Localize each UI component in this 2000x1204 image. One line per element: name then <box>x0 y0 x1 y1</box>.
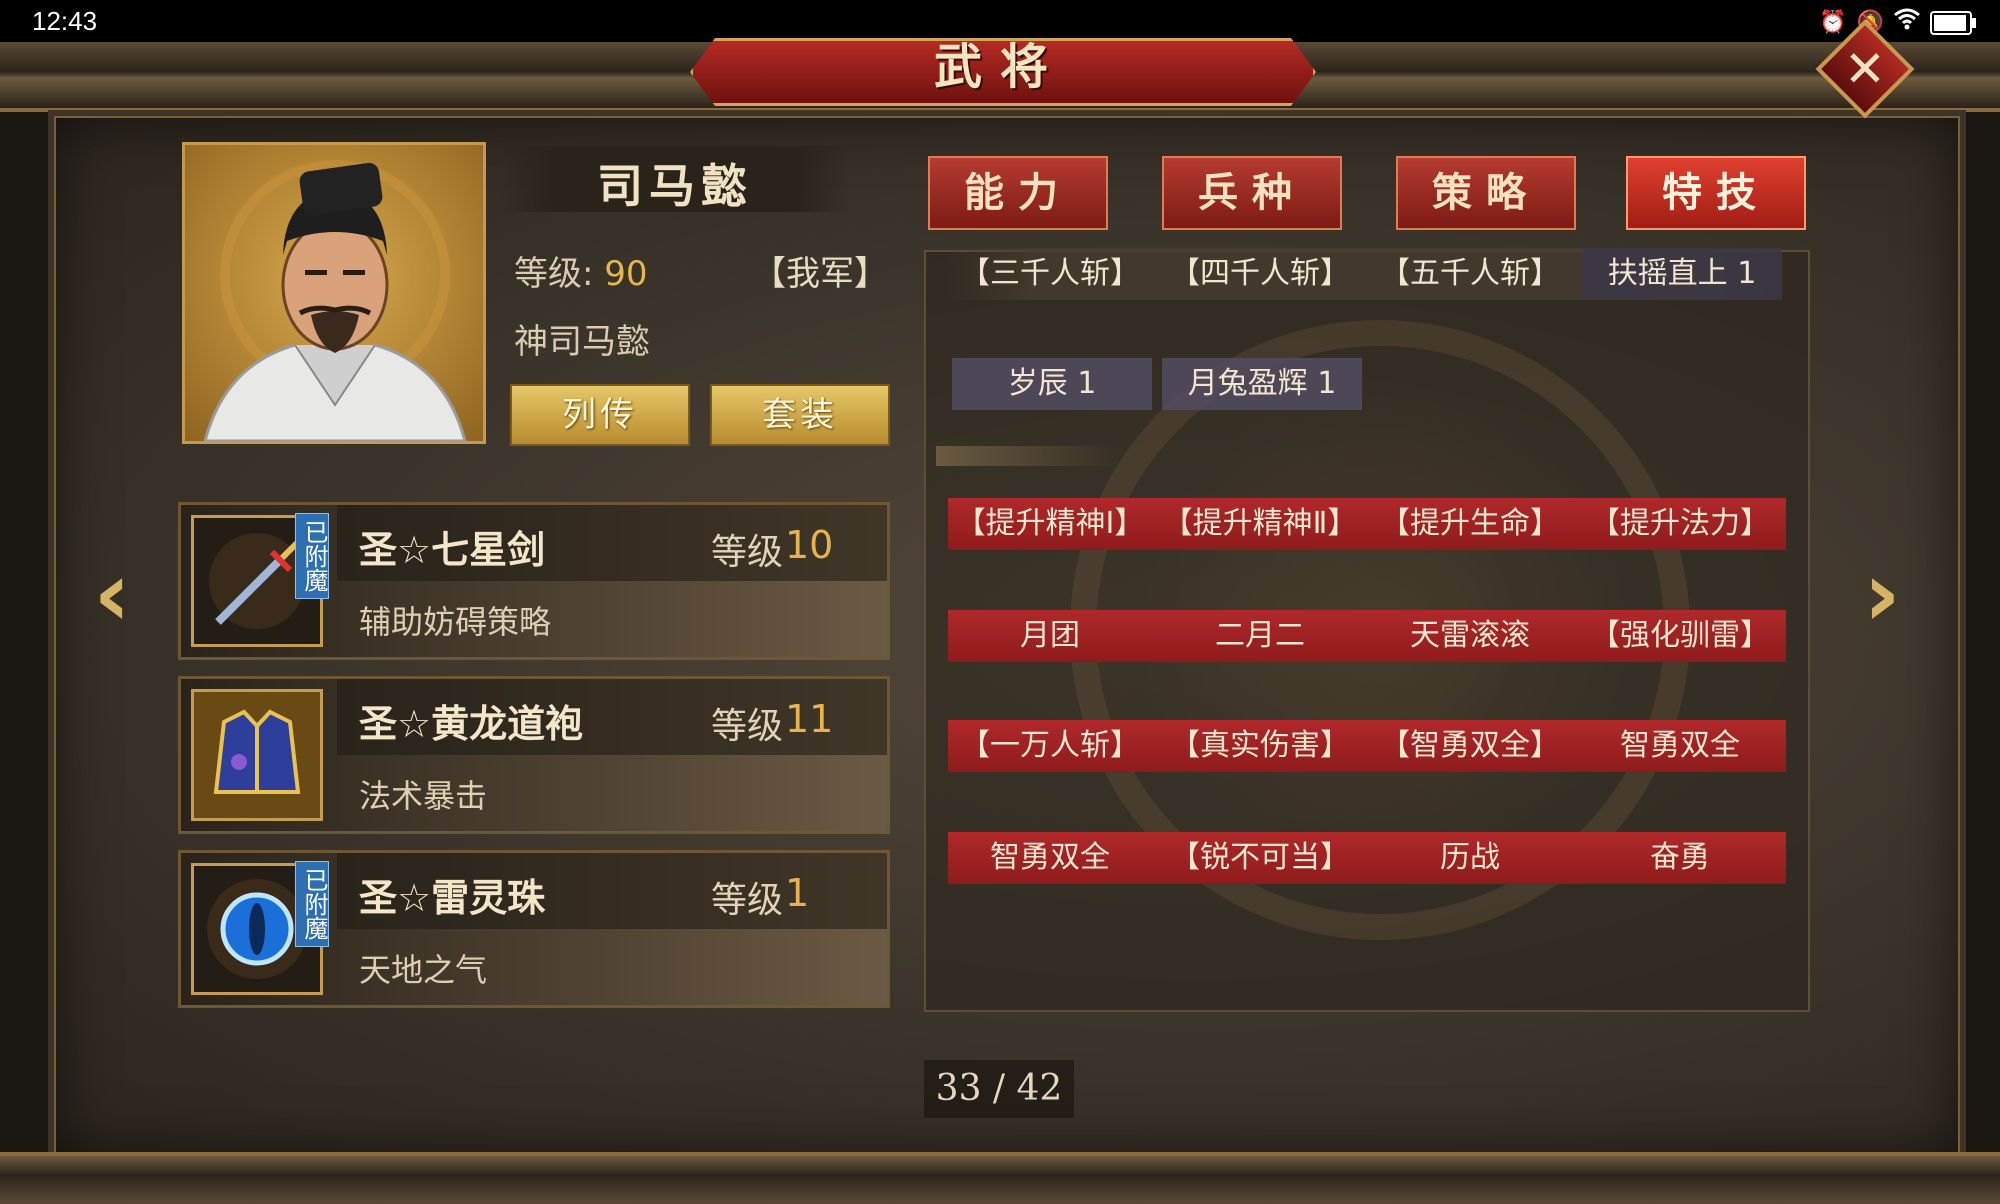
equipment-description: 辅助妨碍策略 <box>359 603 552 641</box>
hero-faction: 【我军】 <box>752 254 888 294</box>
skill-item[interactable]: 【提升精神Ⅱ】 <box>1160 498 1360 550</box>
page-counter: 33 / 42 <box>924 1060 1074 1118</box>
hero-level: 等级: 90 <box>514 246 648 295</box>
equipment-slot-weapon[interactable]: 已附魔 圣☆七星剑 等级 10 辅助妨碍策略 <box>178 502 890 660</box>
prev-hero-arrow-icon[interactable]: ‹ <box>82 550 142 640</box>
close-icon[interactable]: ✕ <box>1830 34 1900 104</box>
robe-icon <box>191 689 323 821</box>
level-value: 90 <box>604 254 648 294</box>
skill-item[interactable]: 月兔盈辉 1 <box>1162 358 1362 410</box>
equipment-level: 10 <box>785 523 834 567</box>
equipment-name: 圣☆黄龙道袍 <box>359 702 584 746</box>
battery-icon <box>1930 10 1976 35</box>
hero-portrait <box>182 142 486 444</box>
equipment-slot-accessory[interactable]: 已附魔 圣☆雷灵珠 等级 1 天地之气 <box>178 850 890 1008</box>
equipment-level-label: 等级 <box>710 880 783 921</box>
skill-item[interactable]: 【提升生命】 <box>1370 498 1570 550</box>
skill-item[interactable]: 【提升法力】 <box>1580 498 1780 550</box>
skill-item[interactable]: 扶摇直上 1 <box>1582 248 1782 300</box>
equipment-name: 圣☆雷灵珠 <box>359 876 546 920</box>
enchant-badge: 已附魔 <box>295 513 329 599</box>
equipment-level: 11 <box>785 697 834 741</box>
skill-item[interactable]: 【四千人斩】 <box>1160 248 1360 300</box>
skill-item[interactable]: 智勇双全 <box>1580 720 1780 772</box>
status-icons: ⏰ 🔕 <box>1819 8 1976 37</box>
wifi-icon <box>1894 8 1920 37</box>
skill-item[interactable]: 【三千人斩】 <box>950 248 1150 300</box>
skill-item[interactable]: 二月二 <box>1160 610 1360 662</box>
biography-button[interactable]: 列传 <box>510 384 690 446</box>
skill-item[interactable]: 智勇双全 <box>950 832 1150 884</box>
equipment-level-label: 等级 <box>710 706 783 747</box>
section-divider <box>936 446 1116 466</box>
alarm-icon: ⏰ <box>1819 9 1847 35</box>
equipment-level: 1 <box>785 871 810 915</box>
status-time: 12:43 <box>32 6 98 36</box>
skill-item[interactable]: 【锐不可当】 <box>1160 832 1360 884</box>
set-button[interactable]: 套装 <box>710 384 890 446</box>
skill-item[interactable]: 岁辰 1 <box>952 358 1152 410</box>
skill-item[interactable]: 奋勇 <box>1580 832 1780 884</box>
level-label: 等级: <box>514 254 594 294</box>
skill-item[interactable]: 【五千人斩】 <box>1370 248 1570 300</box>
skill-item[interactable]: 【强化驯雷】 <box>1580 610 1780 662</box>
status-bar: 12:43 ⏰ 🔕 <box>0 0 2000 42</box>
equipment-name: 圣☆七星剑 <box>359 528 546 572</box>
enchant-badge: 已附魔 <box>295 861 329 947</box>
window-title: 武将 <box>933 39 1066 95</box>
next-hero-arrow-icon[interactable]: › <box>1852 550 1912 640</box>
equipment-description: 法术暴击 <box>359 777 488 815</box>
tab-strategy[interactable]: 策略 <box>1396 156 1576 230</box>
bottom-frame <box>0 1152 2000 1204</box>
skill-item[interactable]: 【提升精神Ⅰ】 <box>950 498 1150 550</box>
tab-ability[interactable]: 能力 <box>928 156 1108 230</box>
skill-item[interactable]: 历战 <box>1370 832 1570 884</box>
tab-special-skills[interactable]: 特技 <box>1626 156 1806 230</box>
hero-name: 司马懿 <box>597 159 753 213</box>
hero-title: 神司马懿 <box>514 322 650 362</box>
skill-item[interactable]: 天雷滚滚 <box>1370 610 1570 662</box>
equipment-slot-armor[interactable]: 圣☆黄龙道袍 等级 11 法术暴击 <box>178 676 890 834</box>
skill-item[interactable]: 月团 <box>950 610 1150 662</box>
skill-item[interactable]: 【真实伤害】 <box>1160 720 1360 772</box>
tab-troop[interactable]: 兵种 <box>1162 156 1342 230</box>
skill-item[interactable]: 【一万人斩】 <box>950 720 1150 772</box>
skill-item[interactable]: 【智勇双全】 <box>1370 720 1570 772</box>
equipment-level-label: 等级 <box>710 532 783 573</box>
equipment-description: 天地之气 <box>359 951 488 989</box>
